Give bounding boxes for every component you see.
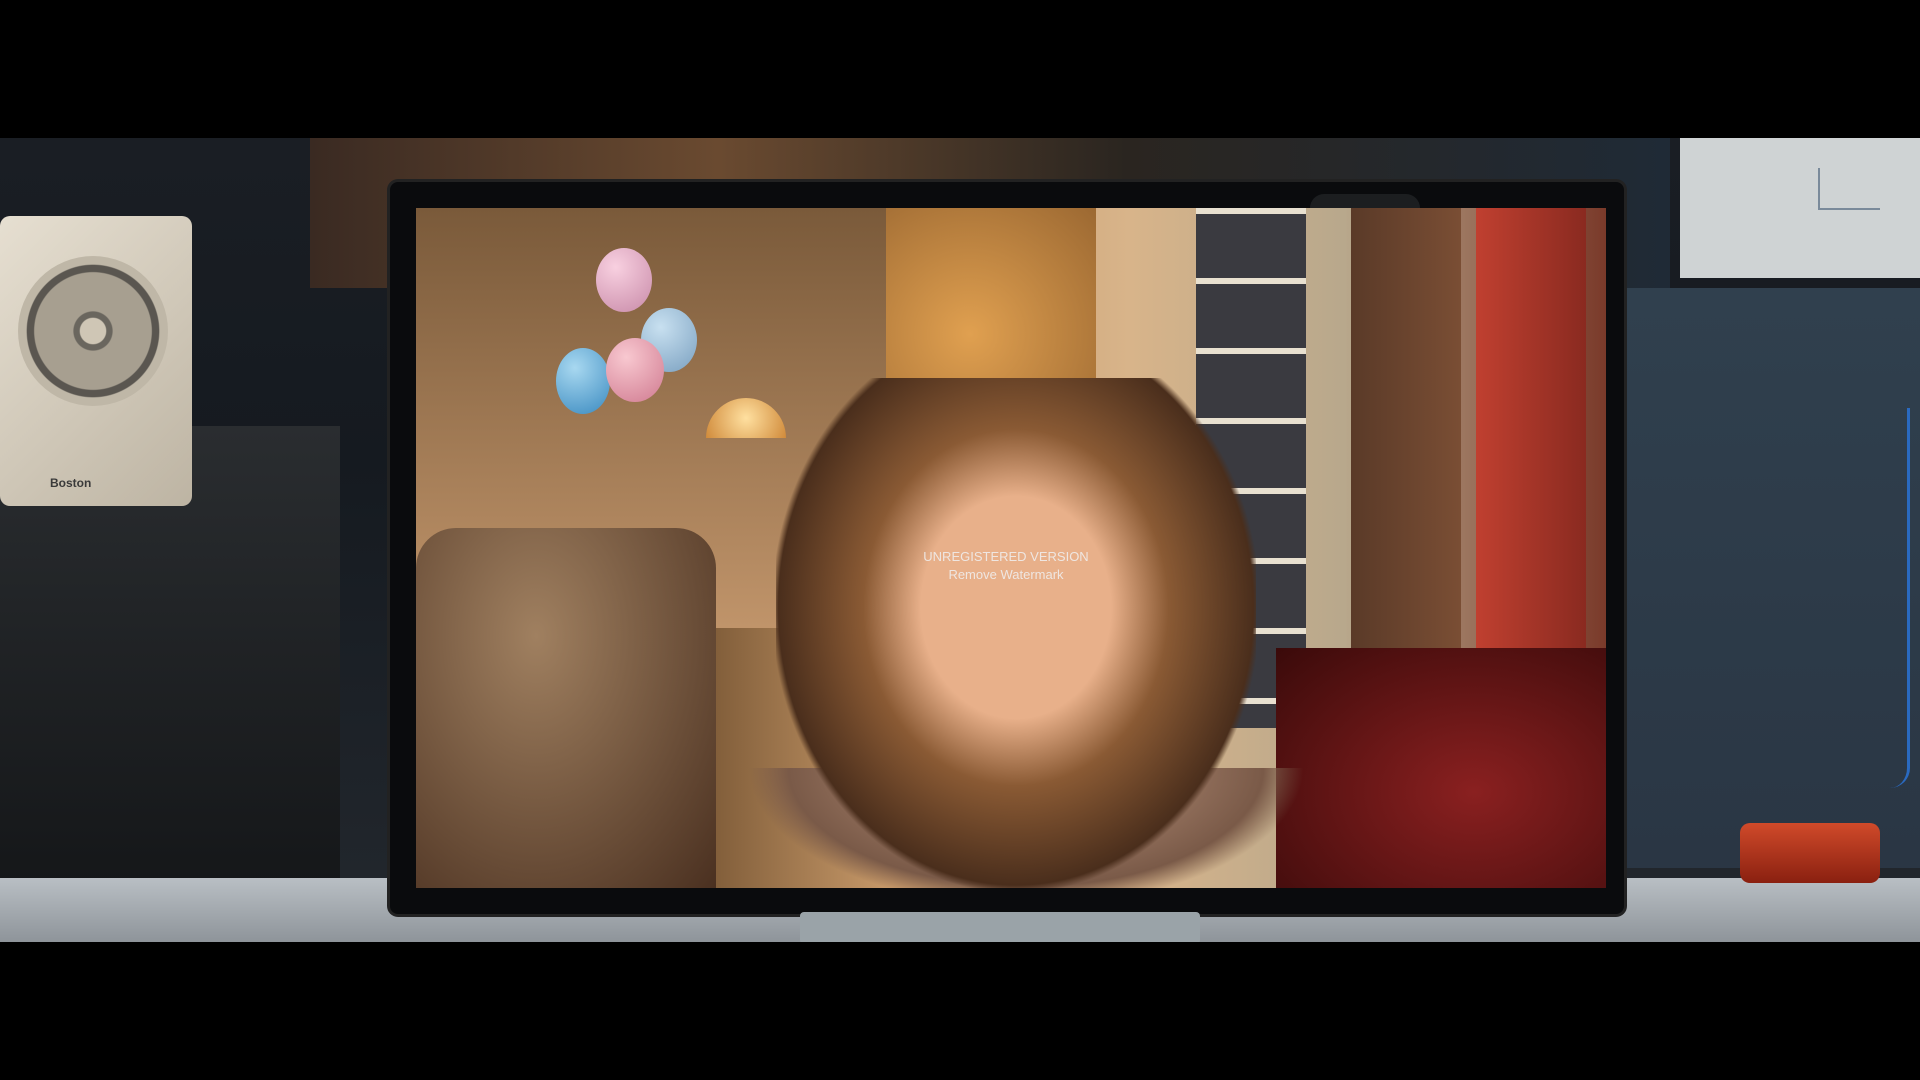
red-curtain (1476, 208, 1586, 668)
person-face (776, 378, 1256, 888)
monitor-stand (800, 912, 1200, 942)
whiteboard (1680, 138, 1920, 278)
video-frame: Boston UNREGISTERED VERSION Remove Water… (0, 138, 1920, 942)
video-call-screen: UNREGISTERED VERSION Remove Watermark (416, 208, 1606, 888)
red-telephone (1740, 823, 1880, 883)
whiteboard-drawing (1818, 168, 1880, 210)
office-floor (1620, 288, 1920, 868)
speaker-cone (18, 256, 168, 406)
watermark-line1: UNREGISTERED VERSION (923, 549, 1089, 564)
speaker-brand: Boston (50, 476, 92, 490)
watermark-line2[interactable]: Remove Watermark (856, 566, 1156, 584)
speaker: Boston (0, 216, 192, 506)
monitor: UNREGISTERED VERSION Remove Watermark (390, 182, 1624, 914)
couch (416, 528, 716, 888)
balloon (606, 338, 664, 402)
watermark: UNREGISTERED VERSION Remove Watermark (856, 548, 1156, 584)
ethernet-cable (1881, 408, 1910, 788)
balloon (596, 248, 652, 312)
red-armchair (1276, 648, 1606, 888)
balloon (556, 348, 610, 414)
